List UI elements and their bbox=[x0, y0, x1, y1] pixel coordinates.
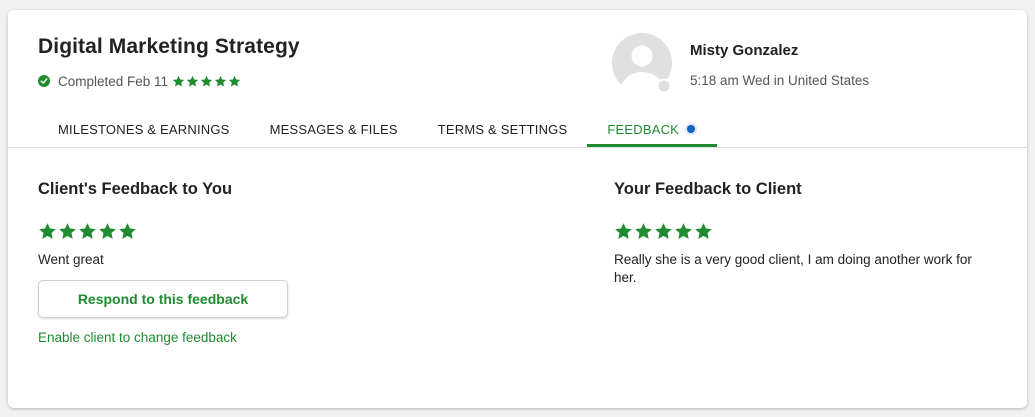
star-icon bbox=[635, 223, 652, 239]
star-icon bbox=[59, 223, 76, 239]
tab-feedback[interactable]: FEEDBACK bbox=[587, 114, 718, 147]
tab-label: TERMS & SETTINGS bbox=[437, 122, 568, 137]
star-icon bbox=[214, 75, 227, 87]
star-icon bbox=[200, 75, 213, 87]
respond-to-feedback-button[interactable]: Respond to this feedback bbox=[38, 280, 288, 318]
contract-status-row: Completed Feb 11 bbox=[38, 73, 242, 89]
your-feedback-heading: Your Feedback to Client bbox=[614, 180, 802, 198]
contract-card: Digital Marketing Strategy Completed Feb… bbox=[8, 10, 1027, 408]
client-feedback-stars bbox=[38, 222, 138, 241]
star-icon bbox=[99, 223, 116, 239]
star-icon bbox=[119, 223, 136, 239]
contract-rating-stars bbox=[172, 75, 242, 88]
your-feedback-stars bbox=[614, 222, 714, 241]
client-name[interactable]: Misty Gonzalez bbox=[690, 42, 798, 59]
tab-milestones-earnings[interactable]: MILESTONES & EARNINGS bbox=[38, 114, 250, 147]
tab-label: MILESTONES & EARNINGS bbox=[58, 122, 230, 137]
tab-messages-files[interactable]: MESSAGES & FILES bbox=[250, 114, 418, 147]
tab-label: FEEDBACK bbox=[607, 122, 680, 137]
star-icon bbox=[675, 223, 692, 239]
client-avatar[interactable] bbox=[612, 33, 675, 96]
client-feedback-heading: Client's Feedback to You bbox=[38, 180, 233, 198]
client-feedback-comment: Went great bbox=[38, 252, 104, 267]
tab-label: MESSAGES & FILES bbox=[269, 122, 398, 137]
star-icon bbox=[655, 223, 672, 239]
enable-change-feedback-link[interactable]: Enable client to change feedback bbox=[38, 330, 237, 345]
star-icon bbox=[228, 75, 241, 87]
client-local-time: 5:18 am Wed in United States bbox=[690, 73, 870, 88]
star-icon bbox=[79, 223, 96, 239]
contract-tabs: MILESTONES & EARNINGS MESSAGES & FILES T… bbox=[38, 114, 718, 147]
star-icon bbox=[695, 223, 712, 239]
user-placeholder-icon bbox=[612, 33, 672, 94]
tabs-divider bbox=[8, 147, 1027, 148]
contract-title: Digital Marketing Strategy bbox=[38, 35, 300, 58]
star-icon bbox=[186, 75, 199, 87]
star-icon bbox=[615, 223, 632, 239]
tab-terms-settings[interactable]: TERMS & SETTINGS bbox=[418, 114, 588, 147]
star-icon bbox=[39, 223, 56, 239]
star-icon bbox=[172, 75, 185, 87]
check-circle-icon bbox=[38, 75, 50, 87]
notification-dot-icon bbox=[685, 123, 698, 135]
your-feedback-comment: Really she is a very good client, I am d… bbox=[614, 252, 972, 285]
contract-status-text: Completed Feb 11 bbox=[58, 73, 169, 89]
